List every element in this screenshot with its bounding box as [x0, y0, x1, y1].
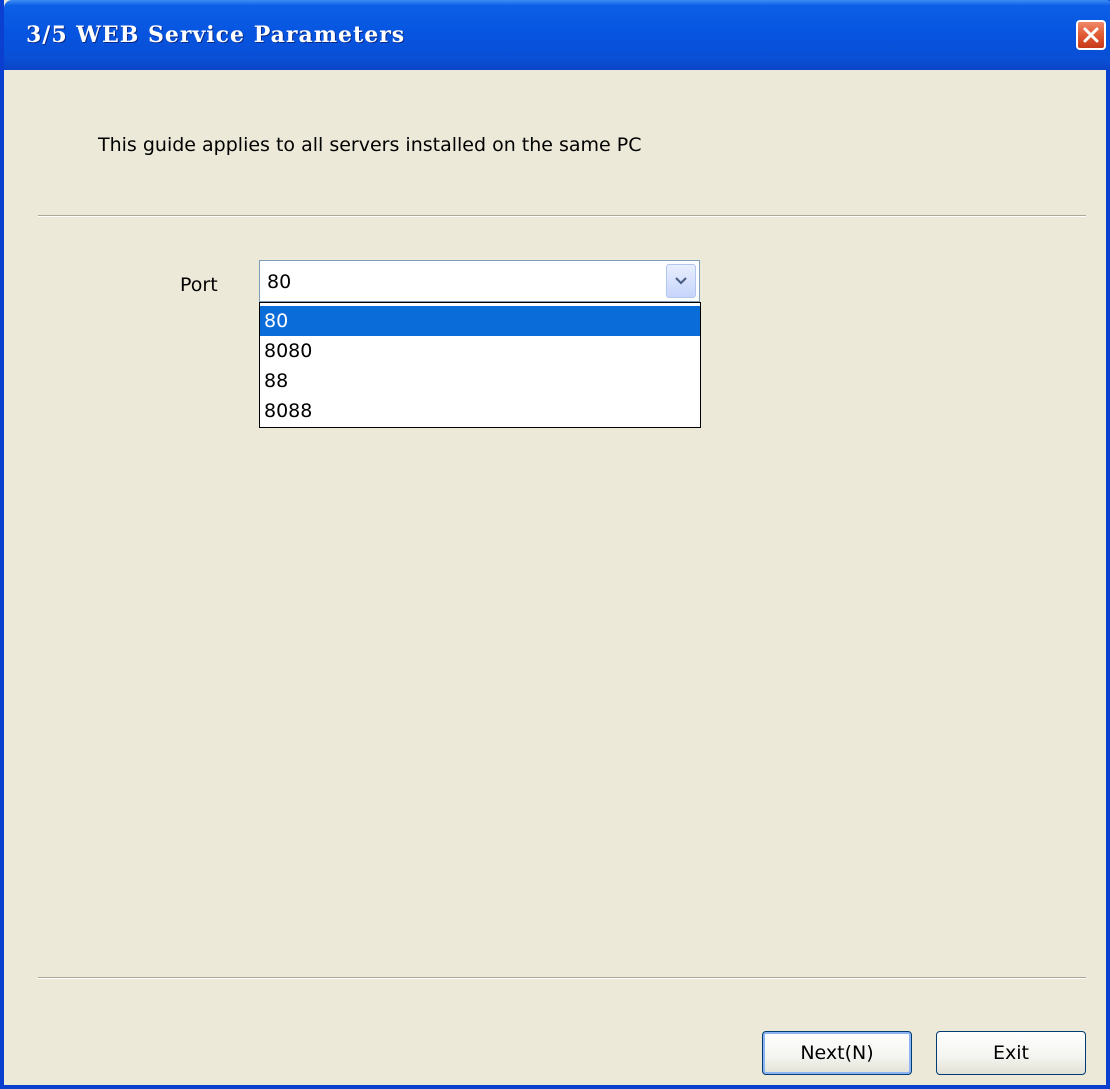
guide-text: This guide applies to all servers instal… [98, 134, 642, 156]
bottom-divider [38, 977, 1086, 979]
top-divider [38, 215, 1086, 217]
dialog-window: 3/5 WEB Service Parameters This guide ap… [0, 0, 1110, 1089]
port-option-8080[interactable]: 8080 [260, 336, 700, 366]
title-bar[interactable]: 3/5 WEB Service Parameters [4, 0, 1110, 70]
port-option-8088[interactable]: 8088 [260, 396, 700, 426]
port-option-80[interactable]: 80 [260, 306, 700, 336]
port-combobox[interactable]: 80 [259, 260, 700, 302]
port-option-88[interactable]: 88 [260, 366, 700, 396]
close-icon [1083, 27, 1099, 43]
exit-button[interactable]: Exit [936, 1031, 1086, 1075]
port-label: Port [180, 274, 218, 296]
close-button[interactable] [1076, 20, 1106, 50]
next-button[interactable]: Next(N) [762, 1031, 912, 1075]
window-title: 3/5 WEB Service Parameters [26, 22, 406, 48]
chevron-down-icon [675, 277, 687, 285]
port-dropdown-list: 80 8080 88 8088 [259, 302, 701, 428]
dropdown-button[interactable] [666, 264, 696, 298]
port-value: 80 [267, 271, 292, 293]
